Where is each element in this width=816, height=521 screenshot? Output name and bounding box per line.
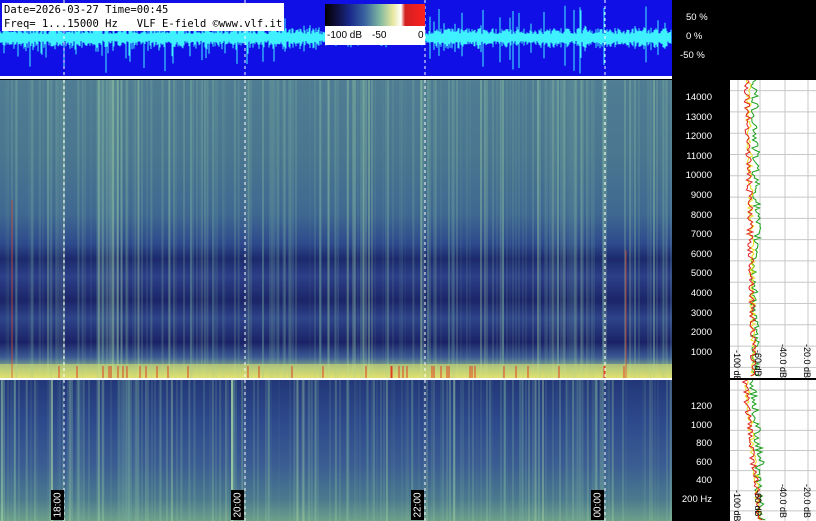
freq-label-high: 4000	[690, 288, 712, 299]
freq-label-low: 800	[696, 438, 712, 449]
date-time-text: Date=2026-03-27 Time=00:45	[4, 4, 169, 16]
spectrogram-low-overlay	[0, 380, 672, 521]
colorbar-gradient	[325, 4, 425, 26]
freq-label-high: 3000	[690, 307, 712, 319]
freq-label-low: 1200	[690, 401, 712, 412]
time-label-text: 22:00	[412, 492, 423, 518]
freq-label-high: 6000	[690, 248, 712, 260]
frequency-range-text: Freq= 1...15000 Hz VLF E-field ©www.vlf.…	[4, 18, 283, 30]
colorbar-legend: -100 dB -50 0	[325, 4, 425, 45]
freq-label-high: 7000	[690, 229, 712, 241]
freq-label-high: 9000	[690, 190, 712, 201]
spectrum-profile-low: -100 dB -60 dB -40.0 dB -20.0 dB	[730, 380, 816, 521]
spectrum-profile-high-plot	[730, 80, 816, 378]
freq-label-high: 5000	[690, 268, 712, 280]
spectrum-profile-high: -100 dB -60 dB -40.0 dB -20.0 dB	[730, 80, 816, 378]
freq-label-low: 1000	[690, 419, 712, 431]
time-label-0000: 00:00	[591, 490, 604, 520]
freq-label-high: 2000	[690, 327, 712, 339]
freq-label-high: 10000	[685, 170, 712, 182]
profile-db-label: -20.0 dB	[802, 344, 812, 378]
waveform-axis-50: 50 %	[686, 12, 708, 23]
profile-db-label: -40.0 dB	[778, 344, 788, 378]
profile-db-label: -60 dB	[753, 350, 763, 377]
profile-db-label: -60 dB	[753, 490, 763, 517]
profile-db-label: -20.0 dB	[802, 484, 812, 519]
freq-label-high: 13000	[685, 111, 712, 123]
profile-db-label: -100 dB	[732, 350, 742, 378]
spectrogram-high	[0, 80, 672, 378]
time-label-2000: 20:00	[231, 490, 244, 520]
time-label-2200: 22:00	[411, 490, 424, 520]
colorbar-label-mid: -50	[372, 30, 387, 41]
spectrogram-low	[0, 380, 672, 521]
freq-label-low: 400	[696, 475, 712, 486]
freq-label-high: 14000	[685, 92, 712, 103]
spectrogram-high-overlay	[0, 80, 672, 378]
low-frequency-band	[0, 364, 672, 378]
freq-label-high: 11000	[686, 150, 712, 162]
waveform-axis-0: 0 %	[686, 31, 703, 42]
time-label-text: 20:00	[232, 492, 243, 518]
waveform-panel: Date=2026-03-27 Time=00:45 Freq= 1...1500…	[0, 0, 672, 76]
time-label-text: 00:00	[592, 492, 603, 518]
time-label-text: 18:00	[52, 492, 63, 518]
freq-label-high: 1000	[690, 346, 712, 358]
freq-label-low: 600	[696, 456, 712, 468]
info-box: Date=2026-03-27 Time=00:45 Freq= 1...1500…	[2, 3, 285, 31]
time-label-1800: 18:00	[51, 490, 64, 520]
colorbar-label-max: 0	[418, 30, 424, 41]
waveform-axis-neg50: -50 %	[680, 50, 705, 61]
profile-db-label: -40.0 dB	[778, 484, 788, 519]
freq-label-high: 8000	[690, 209, 712, 221]
colorbar-label-min: -100 dB	[327, 30, 363, 41]
profile-db-label: -100 dB	[732, 490, 742, 521]
freq-label-low: 200 Hz	[681, 493, 712, 505]
profile-background	[730, 80, 816, 378]
freq-label-high: 12000	[685, 131, 712, 143]
